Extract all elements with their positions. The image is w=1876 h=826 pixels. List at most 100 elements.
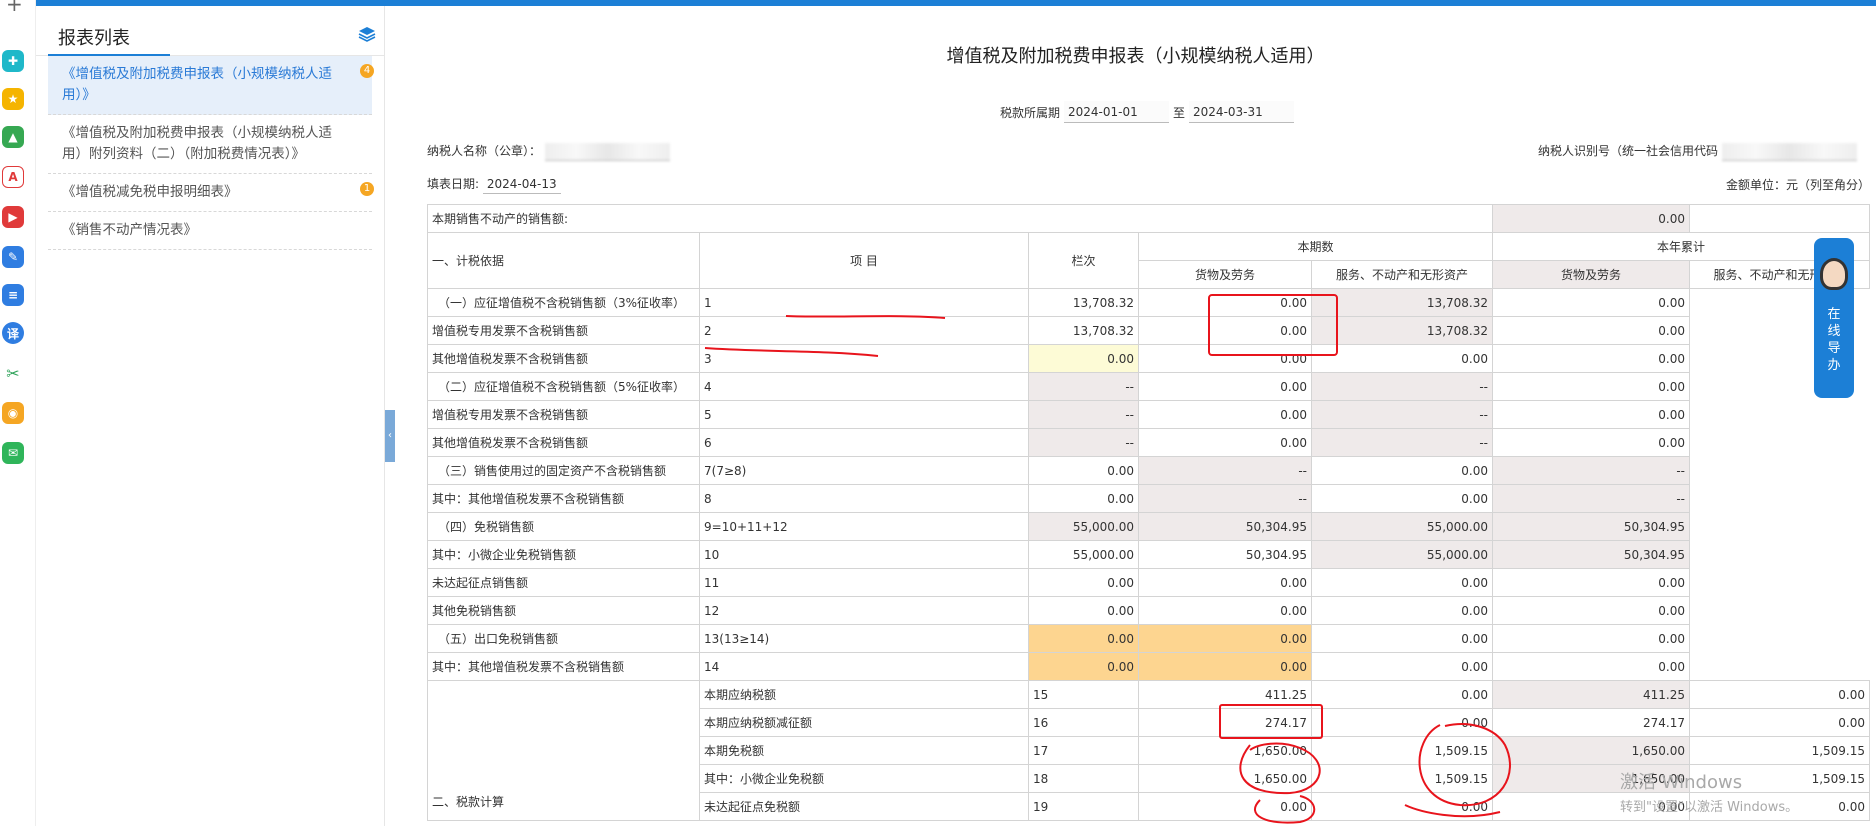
row-col-number: 2 [699,316,1029,345]
current-goods-cell[interactable]: 0.00 [1028,568,1139,597]
pdf-ai-icon[interactable]: A [2,166,24,188]
table-header-row: 一、计税依据 项 目 栏次 本期数 本年累计 [427,232,1870,289]
sidebar-item-reduction-detail[interactable]: 《增值税减免税申报明细表》 1 [48,174,374,212]
video-ai-icon[interactable]: ▶ [2,206,24,228]
ytd-goods-cell: -- [1311,372,1493,401]
sidebar-item-surcharge-schedule[interactable]: 《增值税及附加税费申报表（小规模纳税人适用）附列资料（二）（附加税费情况表）》 [48,115,372,174]
vat-return-table: 本期销售不动产的销售额: 0.00 一、计税依据 项 目 栏次 本期数 本年累计… [427,204,1870,821]
ytd-goods-cell: 0.00 [1311,484,1493,513]
ytd-services-cell: 0.00 [1492,568,1690,597]
row-label: 增值税专用发票不含税销售额 [427,316,700,345]
plus-icon[interactable]: + [6,0,23,16]
sidebar-collapse-handle[interactable]: ‹ [385,410,395,462]
row-label: 未达起征点销售额 [427,568,700,597]
current-goods-cell[interactable]: 13,708.32 [1028,288,1139,317]
star-icon[interactable]: ★ [2,88,24,110]
section1-label: 一、计税依据 [427,232,700,289]
ytd-services-cell: 0.00 [1492,596,1690,625]
current-goods-cell[interactable]: 0.00 [1138,792,1312,821]
current-services-cell[interactable]: 1,509.15 [1311,764,1493,793]
row-label: 未达起征点免税额 [699,792,1029,821]
table-row: 其中：其他增值税发票不含税销售额 14 0.00 0.00 0.00 0.00 [427,652,1870,681]
row-label: （一）应征增值税不含税销售额（3%征收率） [427,288,700,317]
current-services-cell[interactable]: 0.00 [1138,596,1312,625]
row-col-number: 7(7≥8) [699,456,1029,485]
current-services-cell[interactable]: 0.00 [1311,792,1493,821]
row-label: 其他增值税发票不含税销售额 [427,344,700,373]
image-ai-icon[interactable]: ▲ [2,126,24,148]
period-label: 税款所属期 [1000,105,1061,120]
ytd-services-cell: 0.00 [1689,708,1870,737]
current-goods-cell[interactable]: 0.00 [1028,624,1139,653]
current-goods-cell[interactable]: 0.00 [1028,596,1139,625]
ytd-goods-cell: 0.00 [1311,596,1493,625]
fill-date-field[interactable]: 2024-04-13 [482,174,561,194]
current-goods-cell[interactable]: 0.00 [1028,652,1139,681]
ytd-goods-cell: 0.00 [1311,568,1493,597]
translate-icon[interactable]: 译 [2,322,24,344]
current-services-cell[interactable]: 0.00 [1311,708,1493,737]
current-services-cell[interactable]: -- [1138,484,1312,513]
period-from-field[interactable]: 2024-01-01 [1064,101,1170,123]
row-label: 本期应纳税额 [699,680,1029,709]
current-goods-cell[interactable]: 0.00 [1028,344,1139,373]
mail-icon[interactable]: ✉ [2,442,24,464]
current-goods-cell[interactable]: 1,650.00 [1138,764,1312,793]
row-col-number: 4 [699,372,1029,401]
sidebar-item-real-estate-sales[interactable]: 《销售不动产情况表》 [48,212,372,250]
current-services-cell[interactable]: 0.00 [1138,288,1312,317]
current-services-cell[interactable]: 0.00 [1311,680,1493,709]
row-label: 其中：小微企业免税销售额 [427,540,700,569]
scissors-icon[interactable]: ✂ [2,362,24,384]
layers-icon[interactable] [358,26,376,42]
taxpayer-name-field[interactable] [544,142,670,161]
weibo-icon[interactable]: ◉ [2,402,24,424]
row-col-number: 13(13≥14) [699,624,1029,653]
current-goods-cell[interactable]: 411.25 [1138,680,1312,709]
sidebar-item-vat-return[interactable]: 《增值税及附加税费申报表（小规模纳税人适用）》 4 [48,56,374,115]
online-guide-button[interactable]: 在线导办 [1814,238,1854,398]
current-goods-cell[interactable]: -- [1028,400,1139,429]
table-row: 其他增值税发票不含税销售额 6 -- 0.00 -- 0.00 [427,428,1870,457]
sidebar-item-label: 《销售不动产情况表》 [62,222,197,238]
current-services-cell[interactable]: 0.00 [1138,568,1312,597]
current-services-cell[interactable]: 0.00 [1138,372,1312,401]
current-goods-cell[interactable]: 0.00 [1028,484,1139,513]
current-goods-cell[interactable]: 13,708.32 [1028,316,1139,345]
current-services-cell[interactable]: -- [1138,456,1312,485]
period-to-field[interactable]: 2024-03-31 [1189,101,1295,123]
current-services-cell[interactable]: 0.00 [1138,400,1312,429]
current-services-cell[interactable]: 0.00 [1138,428,1312,457]
current-services-cell[interactable]: 50,304.95 [1138,540,1312,569]
current-goods-cell[interactable]: 1,650.00 [1138,736,1312,765]
current-services-cell[interactable]: 1,509.15 [1311,736,1493,765]
sidebar-title: 报表列表 [58,28,130,49]
current-services-cell[interactable]: 50,304.95 [1138,512,1312,541]
header-current: 本期数 [1138,232,1493,261]
current-goods-cell[interactable]: 274.17 [1138,708,1312,737]
current-goods-cell[interactable]: -- [1028,428,1139,457]
table-row: 其他免税销售额 12 0.00 0.00 0.00 0.00 [427,596,1870,625]
chevron-left-icon: ‹ [388,430,392,441]
row-label: 其中：小微企业免税额 [699,764,1029,793]
current-services-cell[interactable]: 0.00 [1138,344,1312,373]
doc-ai-icon[interactable]: ≡ [2,284,24,306]
period-separator: 至 [1173,105,1186,120]
count-badge: 4 [360,64,374,78]
row-col-number: 8 [699,484,1029,513]
current-goods-cell[interactable]: 55,000.00 [1028,512,1139,541]
ytd-goods-cell: 411.25 [1492,680,1690,709]
ytd-goods-cell: 55,000.00 [1311,540,1493,569]
taxpayer-id-field[interactable] [1721,142,1857,161]
current-goods-cell[interactable]: 0.00 [1028,456,1139,485]
network-icon[interactable]: ✚ [2,50,24,72]
current-services-cell[interactable]: 0.00 [1138,316,1312,345]
table-row: （三）销售使用过的固定资产不含税销售额 7(7≥8) 0.00 -- 0.00 -- [427,456,1870,485]
row-label: 增值税专用发票不含税销售额 [427,400,700,429]
edit-ai-icon[interactable]: ✎ [2,246,24,268]
current-services-cell[interactable]: 0.00 [1138,624,1312,653]
current-goods-cell[interactable]: 55,000.00 [1028,540,1139,569]
current-services-cell[interactable]: 0.00 [1138,652,1312,681]
ytd-goods-cell: 0.00 [1311,456,1493,485]
current-goods-cell[interactable]: -- [1028,372,1139,401]
